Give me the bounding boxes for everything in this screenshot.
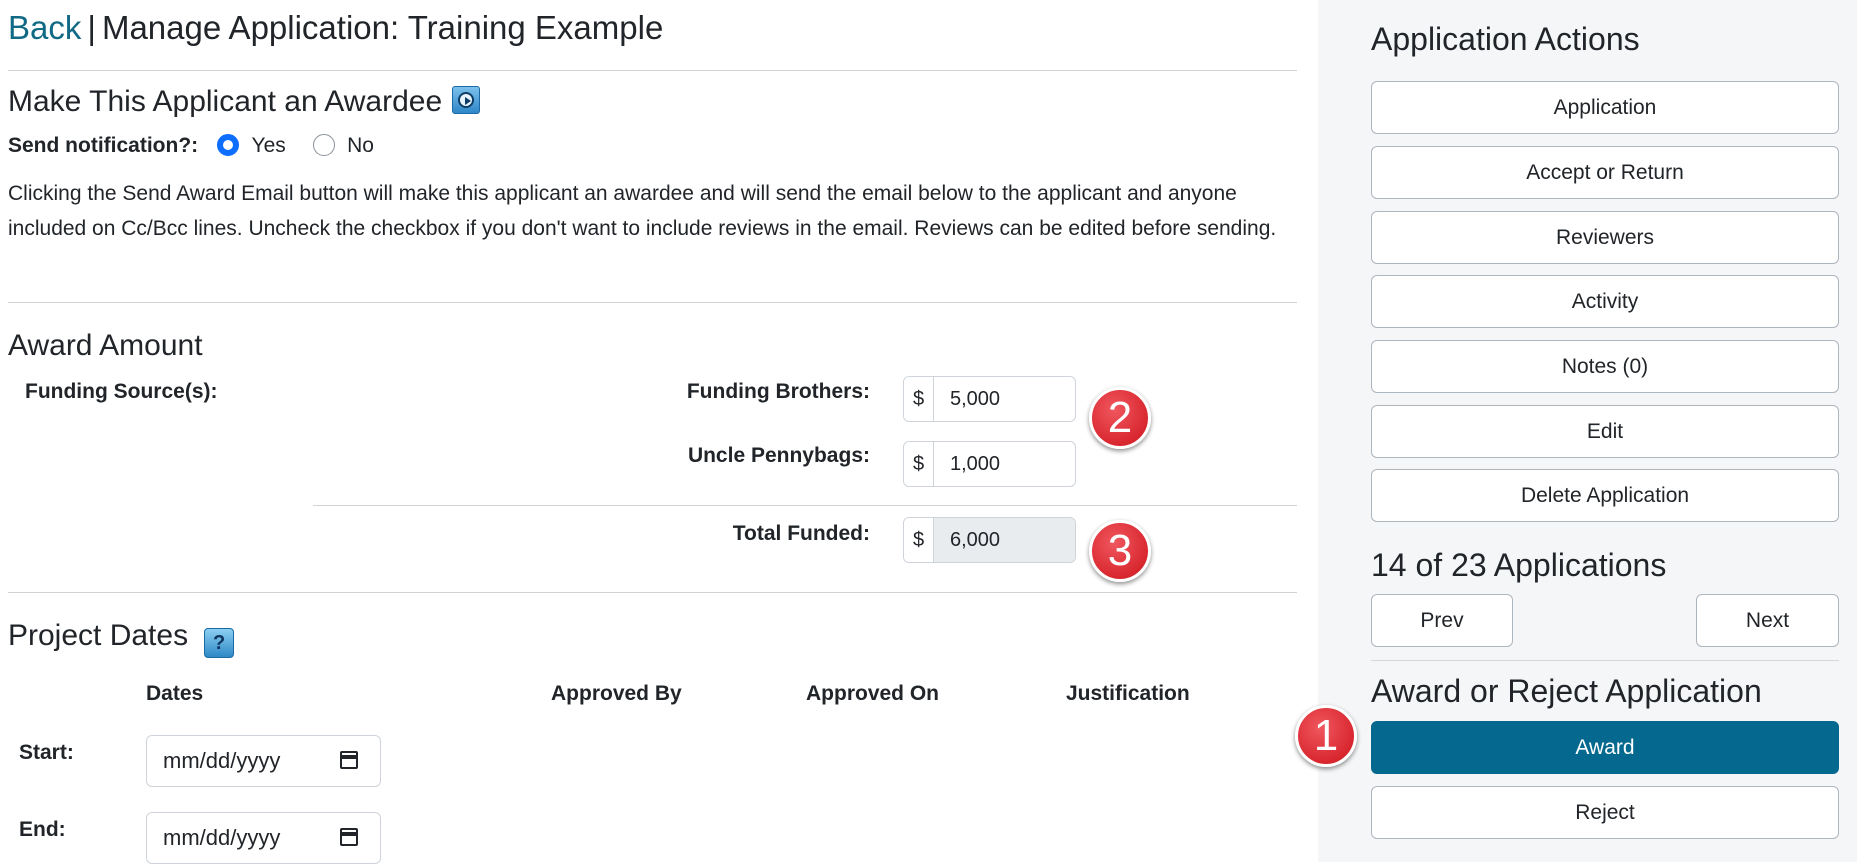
project-dates-heading: Project Dates — [8, 619, 189, 652]
delete-application-button[interactable]: Delete Application — [1371, 469, 1839, 522]
awardee-section-heading: Make This Applicant an Awardee — [8, 84, 481, 120]
page-header: Back | Manage Application: Training Exampl… — [8, 6, 663, 50]
play-video-icon[interactable] — [452, 86, 481, 114]
total-funded-label: Total Funded: — [732, 522, 870, 545]
column-header-dates: Dates — [146, 682, 204, 705]
calendar-icon[interactable] — [340, 828, 358, 846]
application-count: 14 of 23 Applications — [1371, 547, 1667, 583]
send-notification-label: Send notification?: — [8, 134, 199, 157]
header-separator: | — [87, 9, 96, 46]
radio-yes[interactable] — [217, 134, 240, 156]
annotation-badge-2: 2 — [1089, 387, 1151, 449]
funding-source-label: Uncle Pennybags: — [687, 444, 870, 467]
end-date-placeholder: mm/dd/yyyy — [163, 825, 281, 850]
uncle-pennybags-amount-value[interactable]: 1,000 — [934, 442, 1075, 486]
award-or-reject-heading: Award or Reject Application — [1371, 673, 1762, 709]
annotation-badge-3: 3 — [1089, 520, 1151, 582]
accept-or-return-button[interactable]: Accept or Return — [1371, 146, 1839, 199]
funding-brothers-amount-input[interactable]: $ 5,000 — [903, 376, 1076, 422]
currency-symbol: $ — [904, 518, 934, 562]
funding-source-label: Funding Brothers: — [686, 380, 870, 403]
reject-button[interactable]: Reject — [1371, 786, 1839, 839]
total-funded-field: $ 6,000 — [903, 517, 1076, 563]
currency-symbol: $ — [904, 442, 934, 486]
edit-button[interactable]: Edit — [1371, 405, 1839, 458]
funding-brothers-amount-value[interactable]: 5,000 — [934, 377, 1075, 421]
start-date-placeholder: mm/dd/yyyy — [163, 748, 281, 773]
end-date-label: End: — [19, 818, 66, 841]
column-header-justification: Justification — [1066, 682, 1190, 705]
notes-button[interactable]: Notes (0) — [1371, 340, 1839, 393]
radio-yes-label[interactable]: Yes — [252, 134, 286, 157]
awardee-heading: Make This Applicant an Awardee — [8, 85, 443, 118]
funding-sources-label: Funding Source(s): — [25, 380, 218, 403]
application-button[interactable]: Application — [1371, 81, 1839, 134]
back-link[interactable]: Back — [8, 9, 81, 46]
annotation-badge-1: 1 — [1295, 705, 1357, 767]
award-amount-heading: Award Amount — [8, 329, 203, 362]
radio-no[interactable] — [312, 134, 335, 156]
uncle-pennybags-amount-input[interactable]: $ 1,000 — [903, 441, 1076, 487]
calendar-icon[interactable] — [340, 751, 358, 769]
page-title: Manage Application: Training Example — [101, 9, 664, 46]
divider — [8, 70, 1297, 71]
reviewers-button[interactable]: Reviewers — [1371, 211, 1839, 264]
prev-button[interactable]: Prev — [1371, 594, 1513, 647]
next-button[interactable]: Next — [1696, 594, 1839, 647]
divider — [1371, 660, 1839, 661]
application-actions-heading: Application Actions — [1371, 21, 1640, 57]
radio-no-label[interactable]: No — [347, 134, 374, 157]
award-description: Clicking the Send Award Email button wil… — [8, 182, 1277, 240]
project-dates-section-heading: Project Dates? — [8, 618, 235, 658]
divider — [313, 505, 1297, 506]
divider — [8, 302, 1297, 303]
start-date-input[interactable]: mm/dd/yyyy — [146, 735, 381, 787]
column-header-approved-on: Approved On — [806, 682, 940, 705]
total-funded-value: 6,000 — [934, 518, 1075, 562]
question-icon[interactable]: ? — [204, 628, 235, 658]
send-notification-row: Send notification?: Yes No — [8, 134, 374, 164]
end-date-input[interactable]: mm/dd/yyyy — [146, 812, 381, 864]
divider — [8, 592, 1297, 593]
award-button[interactable]: Award — [1371, 721, 1839, 774]
start-date-label: Start: — [19, 741, 74, 764]
currency-symbol: $ — [904, 377, 934, 421]
activity-button[interactable]: Activity — [1371, 275, 1839, 328]
column-header-approved-by: Approved By — [551, 682, 682, 705]
